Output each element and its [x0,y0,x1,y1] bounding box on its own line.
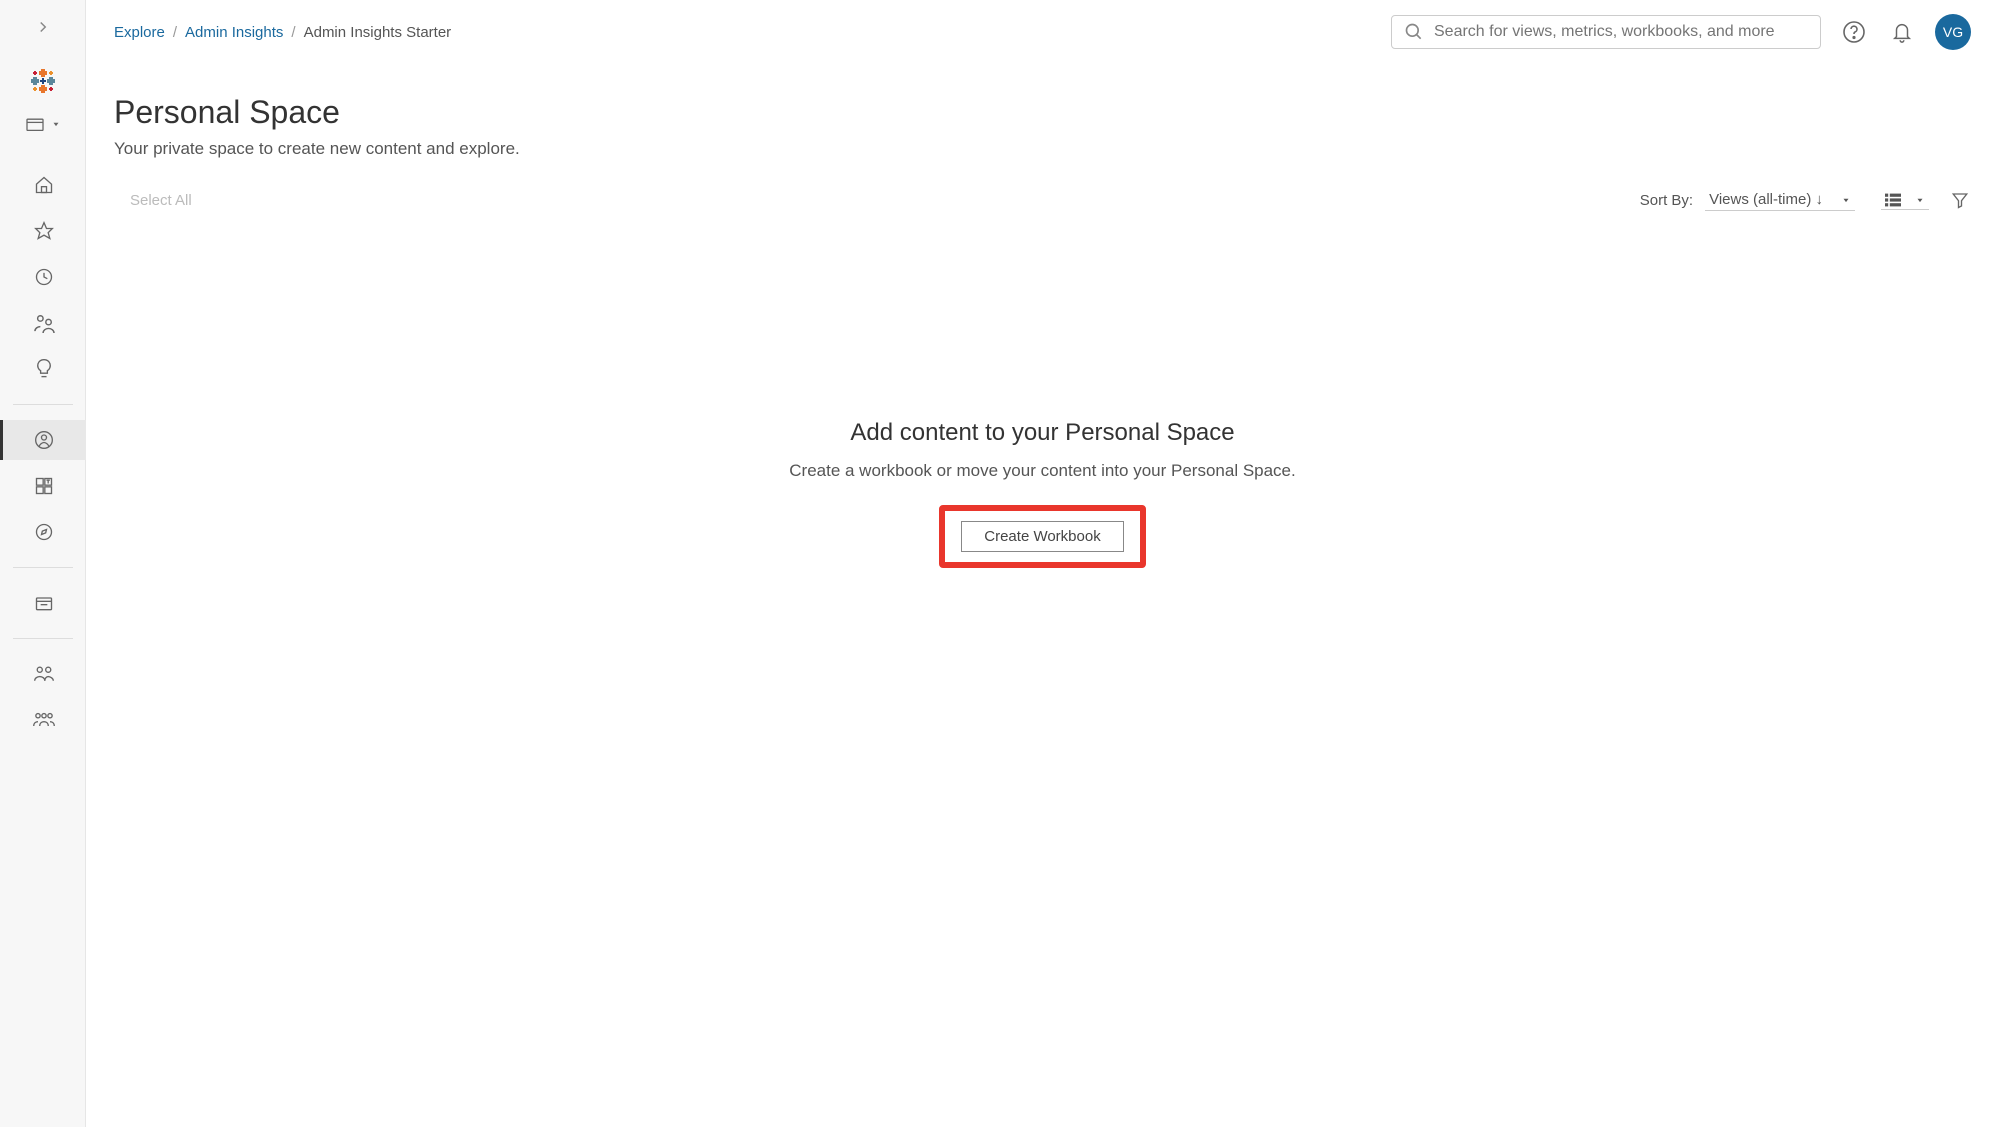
topbar: Explore / Admin Insights / Admin Insight… [86,0,1999,64]
filter-button[interactable] [1951,191,1969,209]
nav-personal-space[interactable] [0,420,86,460]
list-view-icon [1885,193,1901,207]
page-subtitle: Your private space to create new content… [114,139,1971,159]
sort-by-label: Sort By: [1640,192,1693,209]
page-title: Personal Space [114,94,1971,131]
highlight-annotation: Create Workbook [939,505,1145,568]
chevron-down-icon [1915,195,1925,205]
sidebar [0,0,86,1127]
filter-icon [1951,191,1969,209]
nav-users[interactable] [23,654,63,694]
breadcrumb-explore[interactable]: Explore [114,24,165,41]
breadcrumb-separator: / [173,24,177,41]
user-avatar[interactable]: VG [1935,14,1971,50]
sort-value: Views (all-time) ↓ [1709,191,1823,208]
empty-state-subtitle: Create a workbook or move your content i… [789,461,1296,481]
view-mode-dropdown[interactable] [1881,191,1929,210]
content-toolbar: Select All Sort By: Views (all-time) ↓ [114,189,1971,219]
new-dropdown-button[interactable] [25,116,61,132]
chevron-down-icon [1841,195,1851,205]
nav-recents[interactable] [23,257,63,297]
create-workbook-button[interactable]: Create Workbook [961,521,1123,552]
nav-groups[interactable] [23,700,63,740]
breadcrumb-parent[interactable]: Admin Insights [185,24,283,41]
nav-shared[interactable] [23,303,63,343]
search-box[interactable] [1391,15,1821,49]
breadcrumb-current: Admin Insights Starter [304,24,452,41]
sidebar-divider [13,567,73,568]
help-button[interactable] [1839,17,1869,47]
notifications-button[interactable] [1887,17,1917,47]
nav-favorites[interactable] [23,211,63,251]
breadcrumb-separator: / [291,24,295,41]
nav-home[interactable] [23,165,63,205]
search-icon [1404,22,1424,42]
nav-external-assets[interactable] [23,583,63,623]
expand-sidebar-button[interactable] [34,18,52,36]
breadcrumb: Explore / Admin Insights / Admin Insight… [114,24,451,41]
tableau-logo-icon[interactable] [28,66,58,96]
main-content: Explore / Admin Insights / Admin Insight… [86,0,1999,1127]
nav-collections[interactable] [23,466,63,506]
select-all-button[interactable]: Select All [116,192,192,209]
search-input[interactable] [1434,23,1808,41]
sort-by-dropdown[interactable]: Views (all-time) ↓ [1705,189,1855,211]
nav-explore[interactable] [23,512,63,552]
empty-state: Add content to your Personal Space Creat… [114,219,1971,1127]
nav-recommendations[interactable] [23,349,63,389]
sidebar-divider [13,638,73,639]
sidebar-divider [13,404,73,405]
empty-state-title: Add content to your Personal Space [850,419,1234,447]
